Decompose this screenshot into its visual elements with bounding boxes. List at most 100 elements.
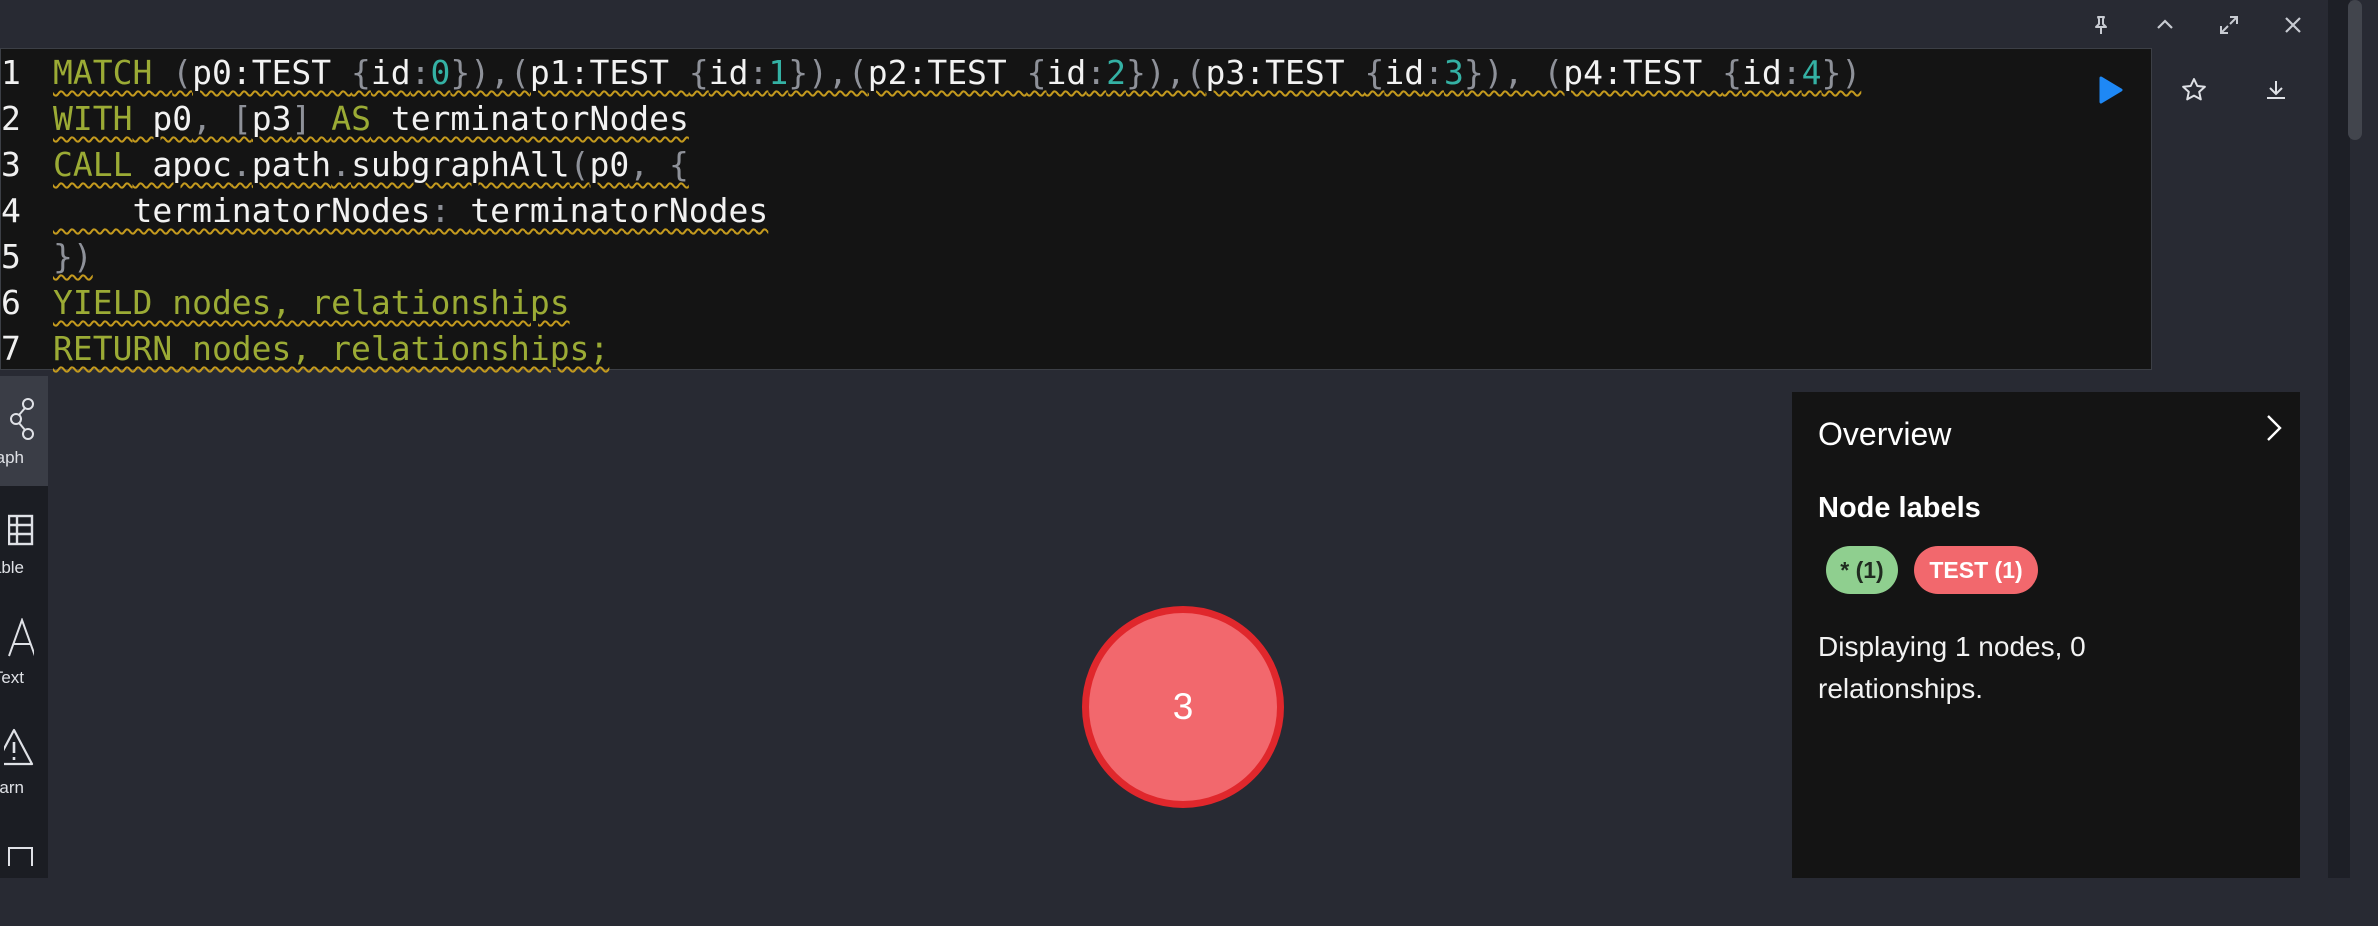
code-line[interactable]: 5}) [1,234,2151,280]
download-icon [2267,81,2285,99]
pin-icon[interactable] [2086,10,2116,40]
code-token: . [231,145,252,184]
line-number: 1 [1,53,21,92]
code-token: ( [172,53,193,92]
collapse-overview-button[interactable] [2256,410,2292,446]
download-button[interactable] [2256,70,2296,110]
code-token: { [351,53,371,92]
code-token: 2 [1106,53,1127,92]
code-token: apoc [132,145,232,184]
page-scrollbar[interactable] [2328,0,2362,878]
frame-header [0,0,2378,48]
view-tab-warn[interactable]: Warn [0,706,48,816]
line-number: 3 [1,145,21,184]
code-token: : [410,53,431,92]
code-token: { [688,53,709,92]
play-icon [2099,76,2123,104]
code-token: p2:TEST [867,53,1027,92]
code-token: RETURN nodes, relationships; [53,329,610,368]
code-token: { [1364,53,1385,92]
code-token: : [430,191,471,230]
code-token: : [1424,53,1444,92]
label-pill-text: TEST (1) [1929,556,2023,583]
star-icon [2182,78,2206,101]
code-text: }) [53,234,93,280]
code-token: { [1722,53,1743,92]
chevron-right-icon [2267,415,2282,441]
code-token: 3 [1443,53,1464,92]
code-token: }),( [450,53,530,92]
result-view-switcher: Graph Table Text Warn [0,376,48,878]
warning-icon [4,728,34,766]
code-text: CALL apoc.path.subgraphAll(p0, { [53,142,689,188]
code-token: }) [1821,53,1862,92]
code-token: p0 [132,99,193,138]
label-pill-all[interactable]: * (1) [1826,546,1898,594]
code-line[interactable]: 2 WITH p0, [p3] AS terminatorNodes [1,96,2151,142]
code-token: AS [331,99,371,138]
graph-canvas[interactable] [48,376,1792,878]
view-tab-label: Text [0,668,24,687]
view-tab-label: Table [0,558,24,577]
line-number: 5 [1,237,21,276]
code-token: }), ( [1463,53,1564,92]
code-token: 4 [1801,53,1822,92]
code-line[interactable]: 4 terminatorNodes: terminatorNodes [1,188,2151,234]
code-token: id [1384,53,1425,92]
code-token: terminatorNodes [53,191,431,230]
code-token: : [1086,53,1107,92]
view-tab-text[interactable]: Text [0,596,48,706]
code-token: p1:TEST [529,53,689,92]
code-token: id [1046,53,1087,92]
code-token: }),( [788,53,868,92]
code-token: ( [569,145,590,184]
line-number: 7 [1,329,21,368]
run-query-button[interactable] [2090,70,2130,110]
code-token: YIELD nodes, relationships [53,283,570,322]
close-icon[interactable] [2278,10,2308,40]
graph-node[interactable]: 3 [1082,606,1284,808]
code-token: WITH [53,99,133,138]
code-text: RETURN nodes, relationships; [53,326,609,372]
view-tab-label: Warn [0,778,24,797]
view-tab-table[interactable]: Table [0,486,48,596]
code-token: }),( [1126,53,1206,92]
code-token: p4:TEST [1563,53,1723,92]
text-icon [8,618,34,657]
line-number: 6 [1,283,21,322]
code-token: MATCH [53,53,153,92]
result-summary: Displaying 1 nodes, 0 relationships. [1818,631,2086,704]
code-line[interactable]: 3 CALL apoc.path.subgraphAll(p0, { [1,142,2151,188]
code-line[interactable]: 1 MATCH (p0:TEST {id:0}),(p1:TEST {id:1})… [1,50,2151,96]
node-caption: 3 [1172,686,1194,727]
code-token: terminatorNodes [370,99,689,138]
fullscreen-icon[interactable] [2214,10,2244,40]
code-line[interactable]: 7 RETURN nodes, relationships; [1,326,2151,372]
code-token: p3:TEST [1205,53,1365,92]
code-token: 1 [768,53,789,92]
view-tab-code[interactable] [0,816,48,926]
line-number: 4 [1,191,21,230]
scrollbar-thumb[interactable] [2348,0,2362,140]
label-pill-test[interactable]: TEST (1) [1914,546,2038,594]
code-token: . [331,145,352,184]
graph-icon [10,398,34,440]
code-token: }) [53,237,93,276]
favorite-button[interactable] [2174,70,2214,110]
code-text: terminatorNodes: terminatorNodes [53,188,768,234]
table-icon [8,514,34,546]
code-token: p0 [589,145,630,184]
code-token: path [251,145,332,184]
code-token: id [708,53,749,92]
code-line[interactable]: 6 YIELD nodes, relationships [1,280,2151,326]
query-editor[interactable]: 1 MATCH (p0:TEST {id:0}),(p1:TEST {id:1})… [0,48,2152,370]
view-tab-graph[interactable]: Graph [0,376,48,486]
code-text: MATCH (p0:TEST {id:0}),(p1:TEST {id:1}),… [53,50,1861,96]
code-text: WITH p0, [p3] AS terminatorNodes [53,96,689,142]
line-number: 2 [1,99,21,138]
code-token: 0 [430,53,451,92]
code-token: p3 [251,99,292,138]
code-token: : [1781,53,1802,92]
collapse-chevron-up-icon[interactable] [2150,10,2180,40]
